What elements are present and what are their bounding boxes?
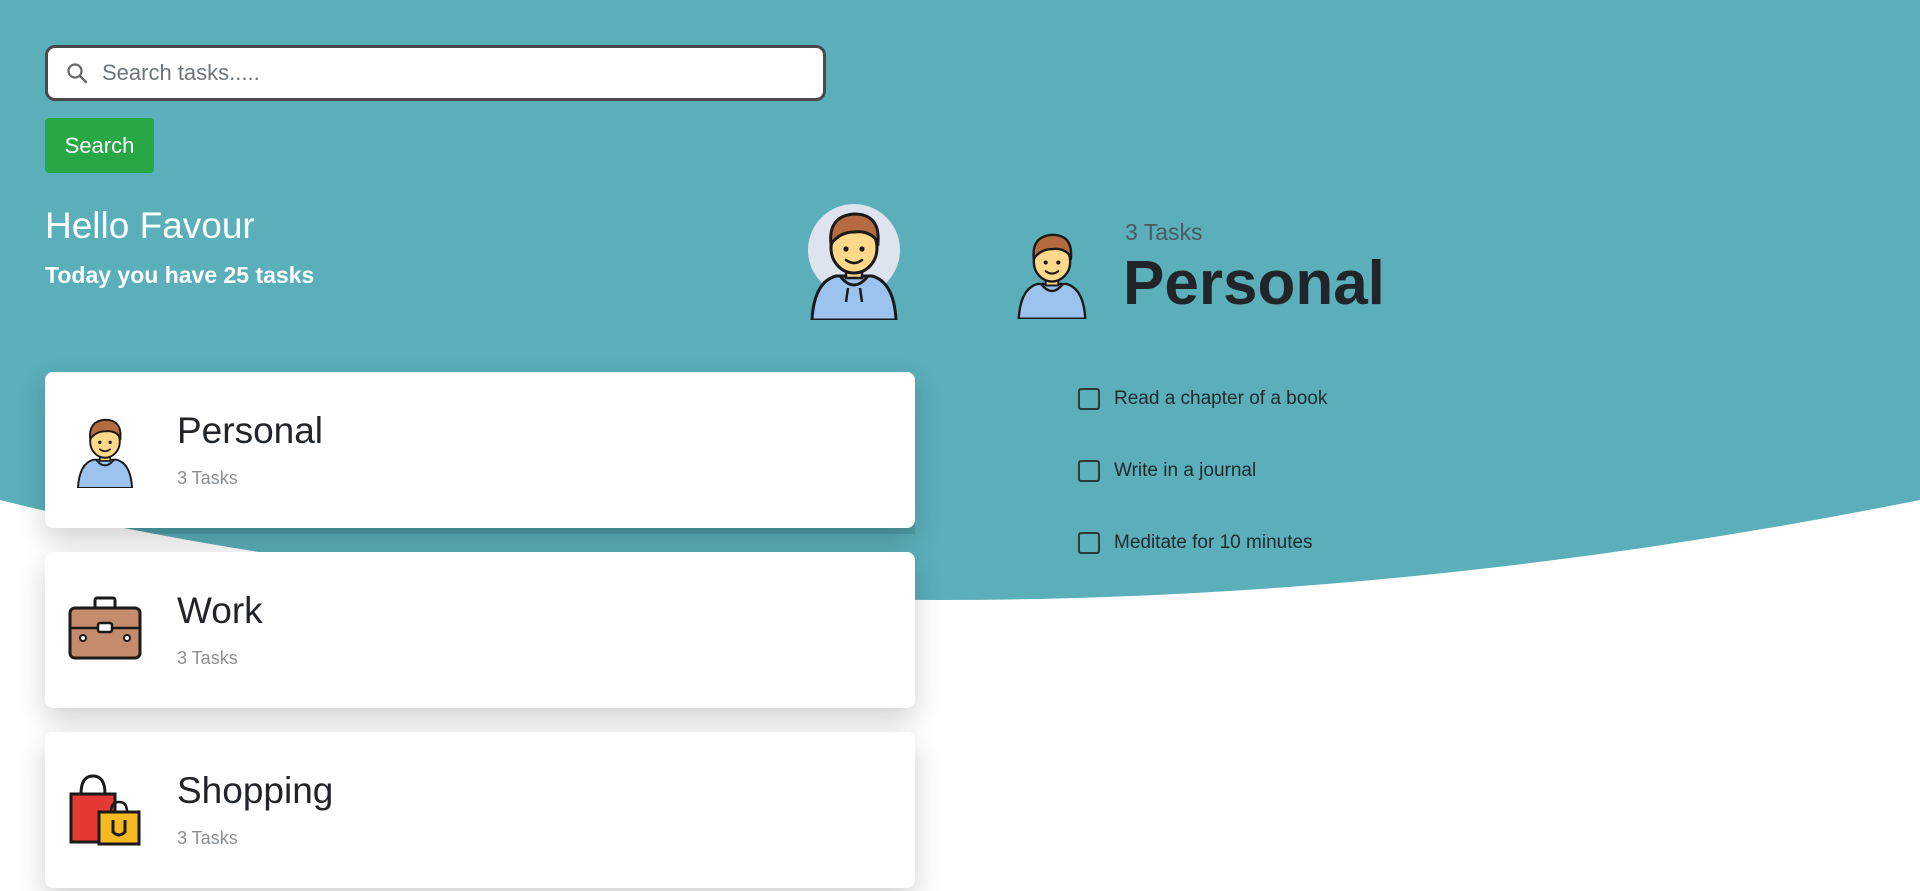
person-icon [1017, 233, 1087, 319]
task-label: Read a chapter of a book [1114, 388, 1328, 409]
category-task-count: 3 Tasks [177, 648, 238, 668]
search-button[interactable]: Search [45, 118, 154, 173]
category-card-shopping[interactable]: Shopping 3 Tasks [45, 732, 915, 888]
category-task-count: 3 Tasks [177, 828, 238, 848]
search-box[interactable] [45, 45, 826, 101]
greeting-title: Hello Favour [45, 205, 255, 246]
category-task-count: 3 Tasks [177, 468, 238, 488]
task-checkbox[interactable] [1078, 460, 1100, 482]
task-label: Write in a journal [1114, 460, 1257, 481]
task-item[interactable]: Write in a journal [1078, 460, 1256, 482]
category-card-work[interactable]: Work 3 Tasks [45, 552, 915, 708]
briefcase-icon [68, 596, 142, 660]
category-title: Work [177, 590, 263, 631]
shopping-bags-icon [69, 774, 141, 846]
task-item[interactable]: Read a chapter of a book [1078, 388, 1327, 410]
task-checkbox[interactable] [1078, 532, 1100, 554]
user-avatar-icon [808, 204, 900, 320]
category-title: Shopping [177, 770, 334, 811]
detail-title: Personal [1123, 249, 1385, 318]
detail-task-count: 3 Tasks [1125, 219, 1203, 245]
search-icon [67, 63, 88, 84]
task-summary: Today you have 25 tasks [45, 262, 315, 288]
category-title: Personal [177, 410, 324, 451]
task-checkbox[interactable] [1078, 388, 1100, 410]
category-card-personal[interactable]: Personal 3 Tasks [45, 372, 915, 528]
search-input[interactable] [100, 59, 804, 87]
task-item[interactable]: Meditate for 10 minutes [1078, 532, 1313, 554]
person-icon [76, 418, 134, 488]
task-label: Meditate for 10 minutes [1114, 532, 1313, 553]
